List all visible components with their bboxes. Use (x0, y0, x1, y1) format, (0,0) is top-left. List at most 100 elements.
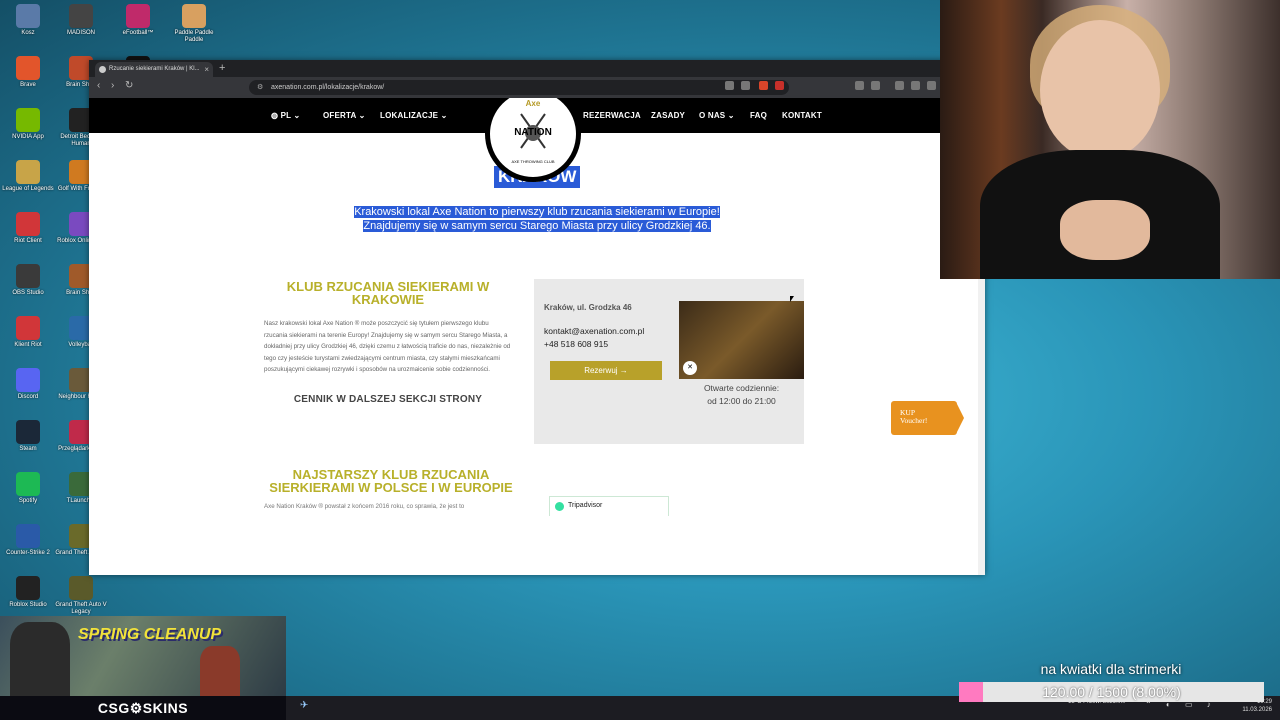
nav-lokalizacje[interactable]: LOKALIZACJE ⌄ (380, 98, 448, 133)
desktop-shortcut[interactable]: NVIDIA App (2, 104, 54, 141)
section-heading: NAJSTARSZY KLUB RZUCANIA SIERKIERAMI W P… (269, 467, 513, 495)
app-icon (16, 108, 40, 132)
pricing-note: CENNIK W DALSZEJ SEKCJI STRONY (293, 393, 483, 405)
desktop-shortcut[interactable]: MADISON (55, 0, 107, 37)
extensions-icon[interactable] (855, 81, 864, 90)
tripadvisor-icon (555, 502, 564, 511)
chevron-down-icon: ⌄ (440, 111, 448, 120)
phone-link[interactable]: +48 518 608 915 (544, 339, 608, 349)
desktop-shortcut[interactable]: Paddle Paddle Paddle (168, 0, 220, 44)
desktop-shortcut[interactable]: Riot Client (2, 208, 54, 245)
section-oldest: NAJSTARSZY KLUB RZUCANIA SIERKIERAMI W P… (264, 468, 518, 510)
shortcut-label: League of Legends (2, 186, 54, 192)
game-banner: SPRING CLEANUP (0, 616, 286, 696)
desktop-shortcut[interactable]: Kosz (2, 0, 54, 37)
app-icon (126, 4, 150, 28)
hours-label: Otwarte codziennie: (703, 383, 780, 393)
app-icon (16, 160, 40, 184)
reserve-button[interactable]: Rezerwuj → (550, 361, 662, 380)
back-button[interactable]: ‹ (97, 80, 100, 91)
shortcut-label: Discord (17, 394, 39, 400)
app-icon (16, 420, 40, 444)
desktop-shortcut[interactable]: Discord (2, 364, 54, 401)
app-icon (69, 576, 93, 600)
nav-oferta[interactable]: OFERTA ⌄ (323, 98, 366, 133)
nav-zasady[interactable]: ZASADY (651, 98, 685, 133)
section-heading: KLUB RZUCANIA SIEKIERAMI W KRAKOWIE (286, 279, 490, 307)
share-icon[interactable] (741, 81, 750, 90)
address-bar[interactable]: ⚙ axenation.com.pl/lokalizacje/krakow/ (249, 80, 789, 95)
media-icon[interactable] (895, 81, 904, 90)
app-icon (16, 368, 40, 392)
voucher-arrow-icon (957, 404, 964, 432)
shortcut-label: Riot Client (14, 238, 42, 244)
app-icon (16, 316, 40, 340)
shortcut-label: Grand Theft Auto V Legacy (55, 602, 107, 615)
language-switch[interactable]: ◍ PL ⌄ (271, 98, 300, 133)
split-view-icon[interactable] (911, 81, 920, 90)
globe-icon: ◍ (271, 111, 281, 120)
intro-text: Krakowski lokal Axe Nation to pierwszy k… (354, 206, 720, 232)
shortcut-label: NVIDIA App (12, 134, 44, 140)
email-link[interactable]: kontakt@axenation.com.pl (544, 326, 644, 336)
shortcut-label: MADISON (66, 30, 95, 36)
webcam-overlay (940, 0, 1280, 279)
logo-badge-icon: ✕ (683, 361, 697, 375)
shortcut-label: Klient Riot (14, 342, 42, 348)
donation-progress-bar: 120.00 / 1500 (8.00%) (959, 682, 1264, 702)
web-page: ◍ PL ⌄ OFERTA ⌄ LOKALIZACJE ⌄ REZERWACJA… (89, 98, 985, 575)
section-club: KLUB RZUCANIA SIEKIERAMI W KRAKOWIE Nasz… (264, 280, 512, 405)
shortcut-label: Counter-Strike 2 (6, 550, 50, 556)
venue-photo: ✕ (679, 301, 804, 379)
reload-button[interactable]: ↻ (125, 80, 133, 91)
desktop-shortcut[interactable]: Spotify (2, 468, 54, 505)
desktop-shortcut[interactable]: League of Legends (2, 156, 54, 193)
new-tab-button[interactable]: + (219, 60, 225, 77)
app-icon (16, 4, 40, 28)
app-icon (16, 524, 40, 548)
shortcut-label: Roblox Studio (9, 602, 47, 608)
location-card: Kraków, ul. Grodzka 46 kontakt@axenation… (534, 279, 804, 444)
banner-title: SPRING CLEANUP (78, 626, 222, 643)
tab-title: Rzucanie siekierami Kraków | Kl... (109, 66, 200, 72)
app-icon (16, 56, 40, 80)
steam-taskbar-icon[interactable]: ✈ (300, 700, 314, 714)
browser-window: Rzucanie siekierami Kraków | Kl... × + —… (89, 60, 985, 575)
browser-toolbar: ‹ › ↻ ⚙ axenation.com.pl/lokalizacje/kra… (89, 77, 985, 98)
app-icon (16, 212, 40, 236)
desktop-shortcut[interactable]: OBS Studio (2, 260, 54, 297)
desktop-shortcut[interactable]: Roblox Studio (2, 572, 54, 609)
nav-rezerwacja[interactable]: REZERWACJA (583, 98, 641, 133)
shortcut-label: Brave (20, 82, 36, 88)
nav-faq[interactable]: FAQ (750, 98, 767, 133)
url-text: axenation.com.pl/lokalizacje/krakow/ (271, 84, 385, 91)
close-tab-icon[interactable]: × (204, 62, 209, 77)
chevron-down-icon: ⌄ (727, 111, 735, 120)
brave-rewards-icon[interactable] (775, 81, 784, 90)
desktop-shortcut[interactable]: Counter-Strike 2 (2, 520, 54, 557)
desktop-shortcut[interactable]: eFootball™ (112, 0, 164, 37)
sidebar-icon[interactable] (871, 81, 880, 90)
wallet-icon[interactable] (927, 81, 936, 90)
app-icon (182, 4, 206, 28)
tripadvisor-widget[interactable]: Tripadvisor (549, 496, 669, 516)
desktop-shortcut[interactable]: Brave (2, 52, 54, 89)
tab-active[interactable]: Rzucanie siekierami Kraków | Kl... × (95, 62, 213, 77)
desktop-shortcut[interactable]: Klient Riot (2, 312, 54, 349)
tab-bar: Rzucanie siekierami Kraków | Kl... × + — (89, 60, 985, 77)
brave-shield-icon[interactable] (759, 81, 768, 90)
hours-value: od 12:00 do 21:00 (707, 396, 776, 406)
nav-kontakt[interactable]: KONTAKT (782, 98, 822, 133)
desktop-shortcut[interactable]: Steam (2, 416, 54, 453)
nav-o-nas[interactable]: O NAS ⌄ (699, 98, 735, 133)
bookmark-icon[interactable] (725, 81, 734, 90)
app-icon (16, 264, 40, 288)
desktop-shortcut[interactable]: Grand Theft Auto V Legacy (55, 572, 107, 616)
buy-voucher-button[interactable]: KUP Voucher! (891, 401, 964, 435)
chevron-down-icon: ⌄ (358, 111, 366, 120)
sponsor-banner: CSG⚙SKINS (0, 696, 286, 720)
forward-button[interactable]: › (111, 80, 114, 91)
donation-progress-text: 120.00 / 1500 (8.00%) (1042, 684, 1181, 700)
address-text: Kraków, ul. Grodzka 46 (544, 303, 632, 312)
site-info-icon[interactable]: ⚙ (257, 80, 263, 95)
